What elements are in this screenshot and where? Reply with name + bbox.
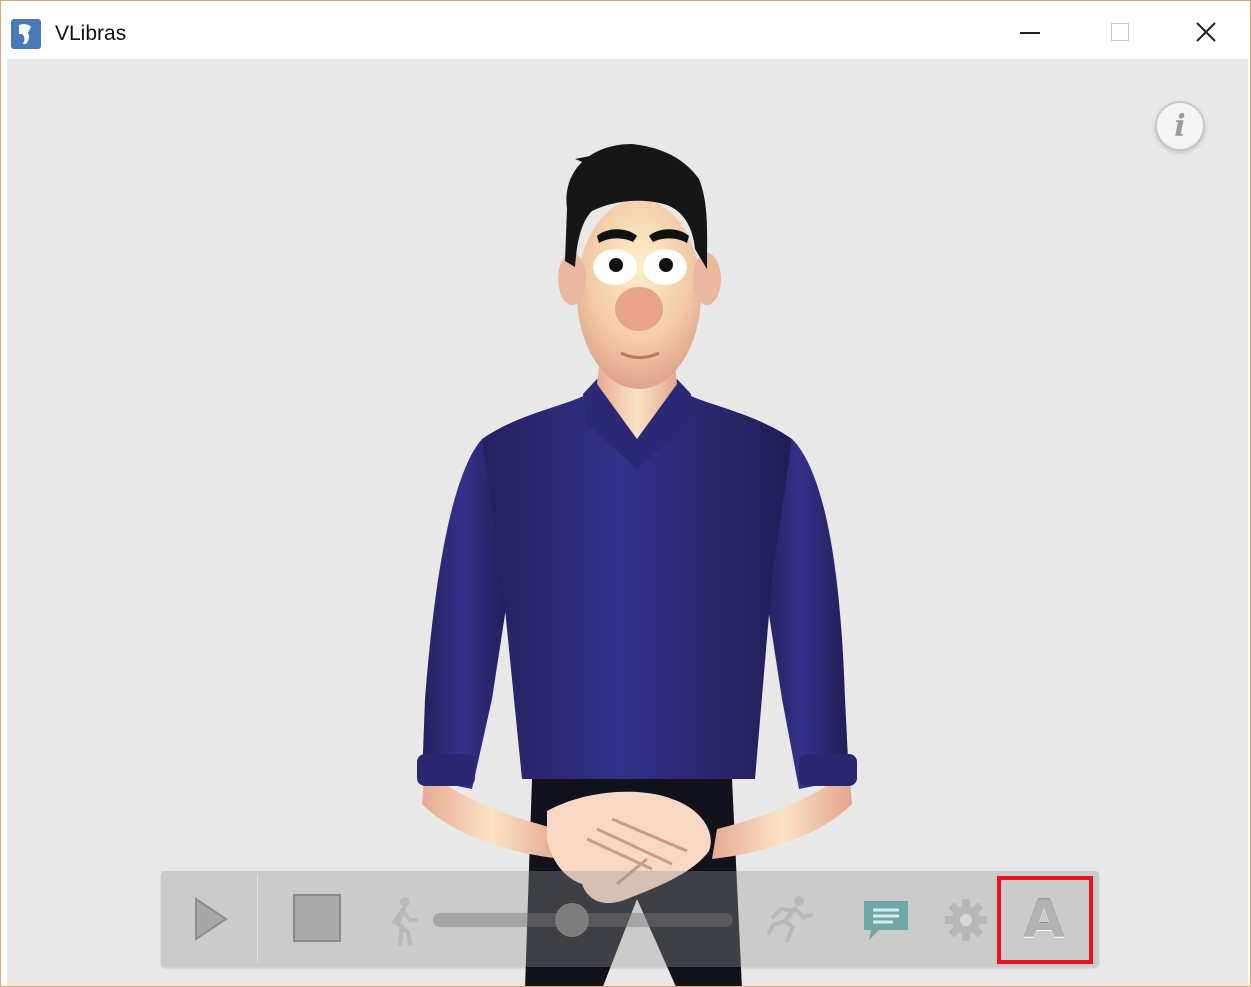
language-button[interactable]: A xyxy=(1013,889,1075,951)
speech-bubble-icon xyxy=(864,901,908,940)
player-toolbar: A xyxy=(161,871,1099,967)
maximize-button[interactable] xyxy=(1075,1,1165,59)
letter-a-icon: A xyxy=(1023,890,1065,950)
settings-button[interactable] xyxy=(941,895,991,945)
sign-language-avatar xyxy=(417,144,857,986)
app-window: VLibras i A xyxy=(0,0,1251,987)
speed-slow-button[interactable] xyxy=(383,895,423,947)
info-icon: i xyxy=(1174,108,1186,144)
walking-person-icon xyxy=(392,897,418,946)
stop-icon xyxy=(293,894,341,942)
running-person-icon xyxy=(767,896,813,943)
speed-fast-button[interactable] xyxy=(765,893,815,945)
close-button[interactable] xyxy=(1161,1,1250,59)
info-button[interactable]: i xyxy=(1155,101,1205,151)
speed-slider-handle[interactable] xyxy=(555,903,589,937)
play-button[interactable] xyxy=(185,891,235,947)
maximize-icon xyxy=(1111,23,1129,41)
toolbar-divider xyxy=(257,875,258,963)
minimize-icon xyxy=(1020,32,1040,34)
gear-icon xyxy=(945,899,987,941)
avatar-stage: i A xyxy=(7,59,1248,986)
minimize-button[interactable] xyxy=(985,1,1075,59)
app-logo-icon xyxy=(11,19,41,49)
window-title: VLibras xyxy=(55,22,127,45)
title-bar[interactable]: VLibras xyxy=(1,1,1250,59)
subtitles-button[interactable] xyxy=(859,897,913,943)
stop-button[interactable] xyxy=(289,889,345,947)
play-icon xyxy=(195,897,228,941)
close-icon xyxy=(1196,22,1216,42)
